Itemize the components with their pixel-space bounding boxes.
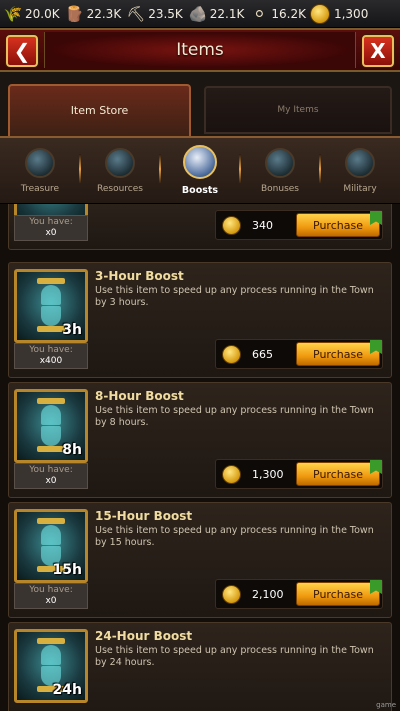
owned-count: You have: x400	[14, 343, 88, 369]
resource-value: 22.1K	[209, 6, 245, 21]
resource-gold[interactable]: 1,300	[309, 0, 369, 28]
wheat-icon: 🌾	[3, 4, 23, 23]
category-resources[interactable]: Resources	[80, 148, 160, 194]
resource-bar: 🌾 20.0K 🪵 22.3K ⛏ 23.5K 🪨 22.1K ⚪ 16.2K 1,300	[0, 0, 400, 28]
resource-iron[interactable]: ⛏ 23.5K	[125, 0, 183, 28]
item-name: 15-Hour Boost	[95, 509, 193, 523]
iron-icon: ⛏	[126, 4, 146, 23]
gold-coin-icon	[222, 345, 241, 364]
boost-item-image: 3h	[14, 269, 88, 343]
page-title: Items	[176, 40, 224, 60]
owned-count: You have: x0	[14, 215, 88, 241]
owned-count: You have: x0	[14, 583, 88, 609]
military-icon	[345, 148, 375, 178]
list-item: 8h You have: x0 8-Hour Boost Use this ite…	[8, 382, 392, 498]
price-box: 340 Purchase	[215, 210, 383, 240]
item-price: 340	[252, 219, 273, 232]
category-label: Boosts	[181, 185, 219, 196]
item-price: 1,300	[252, 468, 284, 481]
hourglass-icon	[37, 278, 65, 332]
item-description: Use this item to speed up any process ru…	[95, 525, 374, 548]
item-name: 24-Hour Boost	[95, 629, 193, 643]
gold-coin-icon	[222, 216, 241, 235]
resource-value: 23.5K	[148, 6, 183, 21]
price-box: 665 Purchase	[215, 339, 383, 369]
resource-wheat[interactable]: 🌾 20.0K	[2, 0, 60, 28]
tab-label: My Items	[277, 105, 319, 115]
bookmark-icon	[370, 340, 382, 354]
hourglass-icon	[37, 398, 65, 452]
boost-duration: 24h	[52, 682, 82, 698]
tab-item-store[interactable]: Item Store	[8, 84, 191, 140]
owned-count: You have: x0	[14, 463, 88, 489]
bonuses-icon	[265, 148, 295, 178]
tab-my-items[interactable]: My Items	[204, 86, 392, 134]
list-item: You have: x0 340 Purchase	[8, 204, 392, 250]
list-item: 3h You have: x400 3-Hour Boost Use this i…	[8, 262, 392, 378]
treasure-icon	[25, 148, 55, 178]
boosts-icon	[183, 145, 217, 179]
item-price: 2,100	[252, 588, 284, 601]
title-bar: Items ❮ X	[0, 28, 400, 72]
item-description: Use this item to speed up any process ru…	[95, 285, 374, 308]
resource-value: 16.2K	[271, 6, 306, 21]
category-bar: Treasure Resources Boosts Bonuses Milita…	[0, 136, 400, 204]
price-box: 2,100 Purchase	[215, 579, 383, 609]
resource-wood[interactable]: 🪵 22.3K	[64, 0, 122, 28]
gold-coin-icon	[222, 465, 241, 484]
close-icon: X	[370, 39, 386, 63]
list-item: 24h 24-Hour Boost Use this item to speed…	[8, 622, 392, 711]
resource-value: 22.3K	[86, 6, 122, 21]
stone-icon: 🪨	[188, 4, 208, 23]
resource-silver[interactable]: ⚪ 16.2K	[248, 0, 306, 28]
chevron-left-icon: ❮	[13, 39, 31, 63]
category-label: Military	[343, 184, 377, 194]
resources-icon	[105, 148, 135, 178]
wood-icon: 🪵	[65, 4, 84, 23]
item-name: 3-Hour Boost	[95, 269, 184, 283]
item-description: Use this item to speed up any process ru…	[95, 405, 374, 428]
category-treasure[interactable]: Treasure	[0, 148, 80, 194]
boost-duration: 8h	[62, 442, 82, 458]
back-button[interactable]: ❮	[6, 35, 38, 67]
tabs: Item Store My Items	[0, 72, 400, 140]
gold-coin-icon	[309, 3, 330, 24]
item-description: Use this item to speed up any process ru…	[95, 645, 374, 668]
category-military[interactable]: Military	[320, 148, 400, 194]
item-price: 665	[252, 348, 273, 361]
purchase-button[interactable]: Purchase	[296, 211, 382, 237]
boost-duration: 15h	[52, 562, 82, 578]
item-list[interactable]: You have: x0 340 Purchase 3h You have: x40…	[0, 204, 400, 711]
resource-value: 20.0K	[25, 6, 60, 21]
bookmark-icon	[370, 211, 382, 225]
tab-label: Item Store	[70, 104, 129, 117]
category-label: Resources	[97, 184, 143, 194]
close-button[interactable]: X	[362, 35, 394, 67]
resource-stone[interactable]: 🪨 22.1K	[187, 0, 245, 28]
category-label: Bonuses	[260, 184, 299, 194]
boost-item-image: 15h	[14, 509, 88, 583]
watermark: game	[376, 701, 396, 709]
bookmark-icon	[370, 460, 382, 474]
item-name: 8-Hour Boost	[95, 389, 184, 403]
purchase-button[interactable]: Purchase	[296, 460, 382, 486]
boost-item-image: 24h	[14, 629, 88, 703]
silver-icon: ⚪	[253, 4, 266, 23]
list-item: 15h You have: x0 15-Hour Boost Use this i…	[8, 502, 392, 618]
resource-value: 1,300	[333, 6, 369, 21]
category-bonuses[interactable]: Bonuses	[240, 148, 320, 194]
boost-duration: 3h	[62, 322, 82, 338]
price-box: 1,300 Purchase	[215, 459, 383, 489]
bookmark-icon	[370, 580, 382, 594]
purchase-button[interactable]: Purchase	[296, 340, 382, 366]
purchase-button[interactable]: Purchase	[296, 580, 382, 606]
gold-coin-icon	[222, 585, 241, 604]
category-label: Treasure	[20, 184, 60, 194]
boost-item-image: 8h	[14, 389, 88, 463]
category-boosts[interactable]: Boosts	[160, 145, 240, 196]
